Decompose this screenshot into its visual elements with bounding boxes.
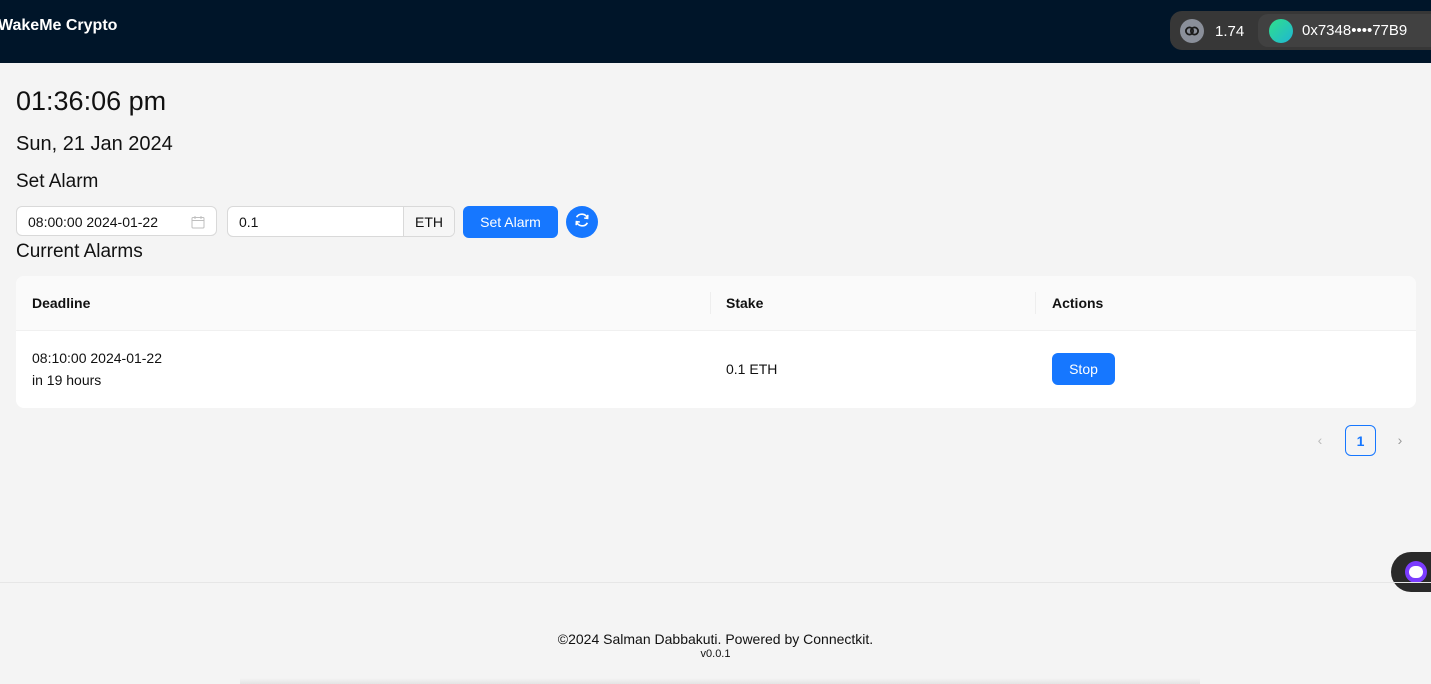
chain-link-icon (1180, 19, 1204, 43)
set-alarm-button[interactable]: Set Alarm (463, 206, 558, 238)
column-header-stake[interactable]: Stake (726, 295, 763, 311)
deadline-cell: 08:10:00 2024-01-22 (32, 350, 162, 366)
set-alarm-heading: Set Alarm (16, 171, 99, 192)
floating-helper-button[interactable] (1391, 552, 1431, 592)
footer-credits: ©2024 Salman Dabbakuti. Powered by Conne… (557, 631, 874, 647)
current-time: 01:36:06 pm (16, 86, 167, 116)
column-separator (710, 292, 711, 314)
calendar-icon (191, 215, 205, 234)
top-header: WakeMe Crypto 1.74 0x7348••••77B9 (0, 0, 1431, 63)
alarms-table: Deadline Stake Actions 08:10:00 2024-01-… (16, 276, 1416, 408)
column-separator (1035, 292, 1036, 314)
footer-version: v0.0.1 (700, 648, 731, 660)
pagination-next[interactable]: › (1388, 428, 1412, 452)
account-avatar (1269, 18, 1293, 43)
chevron-left-icon: ‹ (1317, 432, 1323, 448)
stake-input-value: 0.1 (239, 214, 259, 230)
stake-input[interactable]: 0.1 ETH (227, 206, 455, 237)
bottom-shadow (240, 678, 1200, 684)
footer-divider (0, 582, 1431, 583)
column-header-actions[interactable]: Actions (1052, 295, 1103, 311)
chain-balance[interactable]: 1.74 (1180, 18, 1244, 44)
current-date: Sun, 21 Jan 2024 (16, 133, 173, 155)
assistant-face-icon (1405, 561, 1427, 583)
account-button[interactable]: 0x7348••••77B9 (1258, 14, 1431, 47)
chevron-right-icon: › (1397, 432, 1403, 448)
wallet-widget[interactable]: 1.74 0x7348••••77B9 (1170, 11, 1431, 50)
brand-title[interactable]: WakeMe Crypto (0, 17, 117, 35)
refresh-button[interactable] (566, 206, 598, 238)
stake-cell: 0.1 ETH (726, 361, 778, 377)
current-alarms-heading: Current Alarms (16, 241, 143, 262)
refresh-icon (573, 211, 591, 234)
stake-unit-addon: ETH (403, 207, 454, 236)
column-header-deadline[interactable]: Deadline (32, 295, 90, 311)
account-address: 0x7348••••77B9 (1302, 22, 1408, 39)
table-header: Deadline Stake Actions (16, 276, 1416, 331)
deadline-relative: in 19 hours (32, 372, 102, 388)
deadline-datetime-picker[interactable]: 08:00:00 2024-01-22 (16, 206, 217, 236)
pagination-prev[interactable]: ‹ (1308, 428, 1332, 452)
pagination-page[interactable]: 1 (1345, 425, 1376, 456)
deadline-input-value: 08:00:00 2024-01-22 (28, 214, 158, 230)
balance-value: 1.74 (1215, 22, 1245, 40)
stop-alarm-button[interactable]: Stop (1052, 353, 1115, 385)
